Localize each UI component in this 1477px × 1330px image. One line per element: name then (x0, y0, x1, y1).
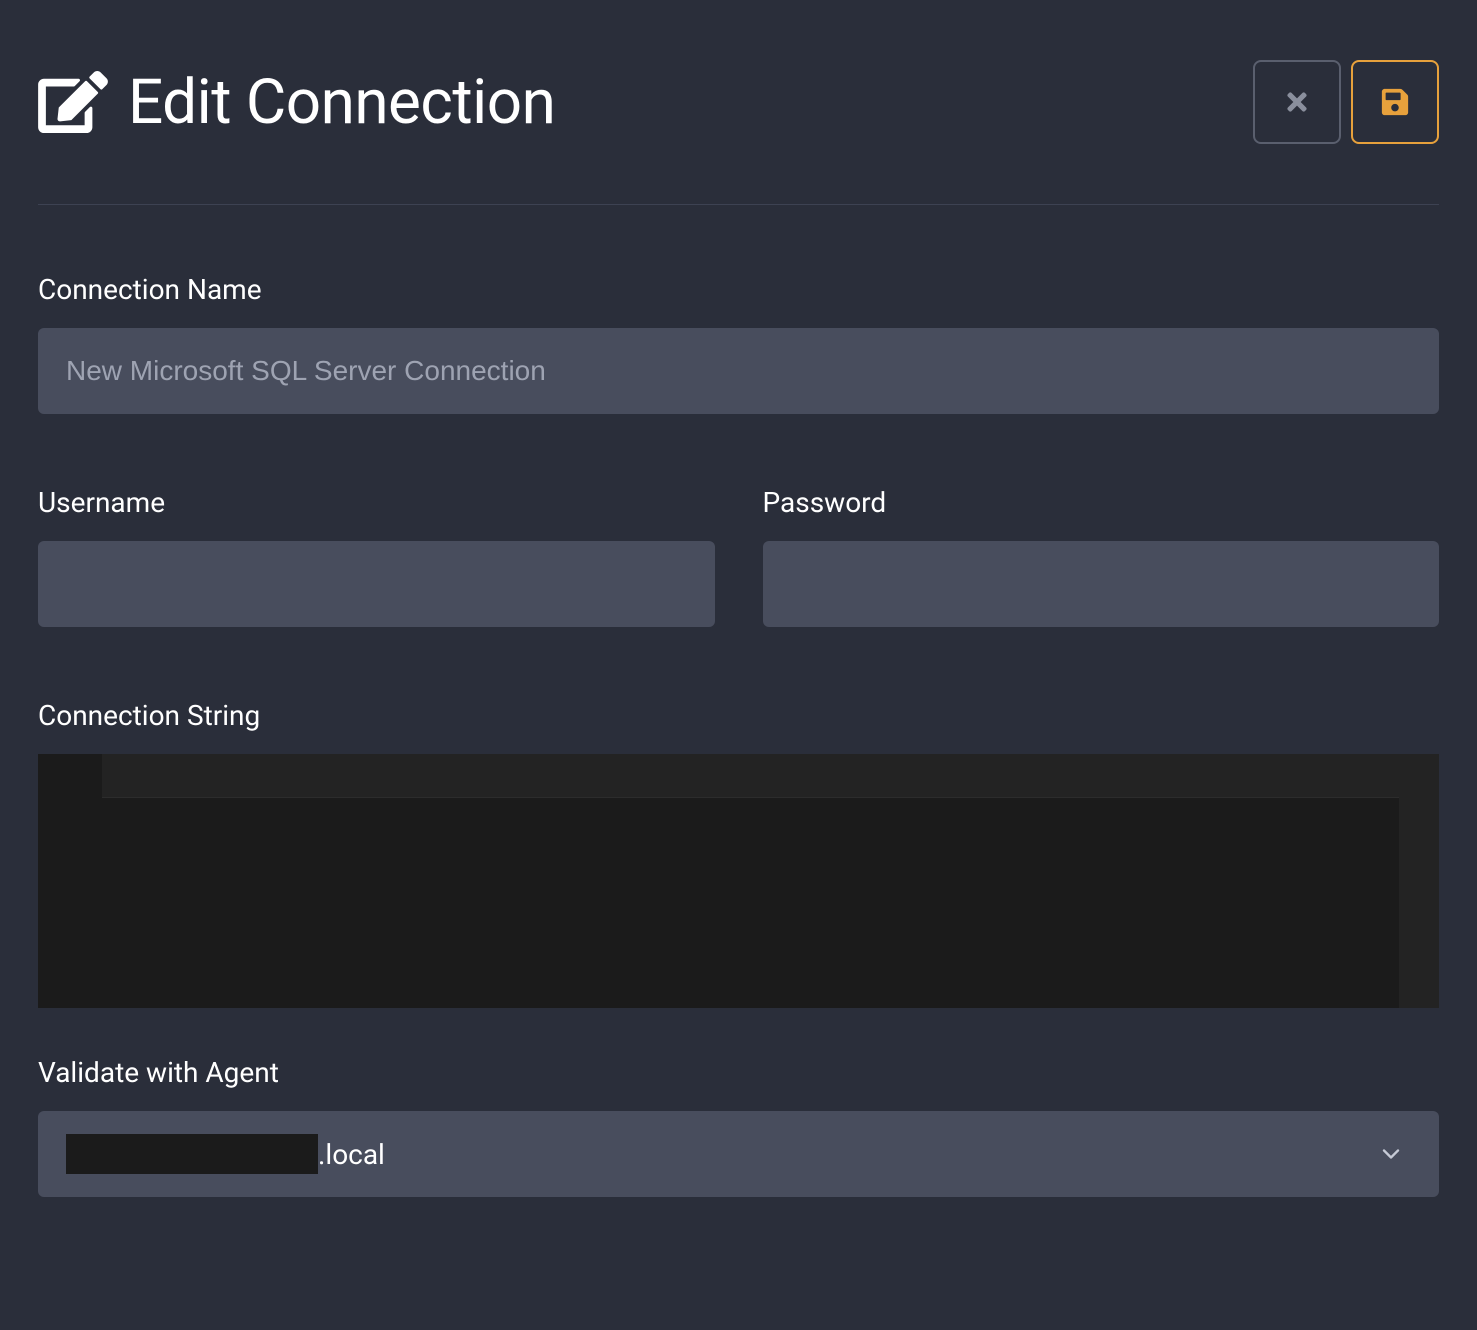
close-button[interactable] (1253, 60, 1341, 144)
label-connection-name: Connection Name (38, 273, 1439, 306)
edit-icon (38, 67, 108, 137)
validate-agent-value: .local (66, 1134, 385, 1174)
password-input[interactable] (763, 541, 1440, 627)
validate-agent-suffix: .local (318, 1138, 385, 1171)
connection-string-editor (38, 754, 1439, 1008)
page-title: Edit Connection (128, 66, 555, 139)
header-divider (38, 204, 1439, 205)
page-header: Edit Connection (38, 60, 1439, 144)
group-username: Username (38, 486, 715, 627)
group-validate-agent: Validate with Agent .local (38, 1056, 1439, 1197)
page-title-wrap: Edit Connection (38, 66, 555, 139)
row-credentials: Username Password (38, 486, 1439, 627)
redacted-hostname (66, 1134, 318, 1174)
group-connection-string: Connection String (38, 699, 1439, 1008)
edit-connection-page: Edit Connection Connection Na (0, 0, 1477, 1237)
chevron-down-icon (1377, 1140, 1405, 1168)
label-username: Username (38, 486, 715, 519)
connection-string-input[interactable] (102, 754, 1399, 1008)
username-input[interactable] (38, 541, 715, 627)
save-icon (1380, 87, 1410, 117)
label-validate-agent: Validate with Agent (38, 1056, 1439, 1089)
row-connection-name: Connection Name (38, 273, 1439, 414)
save-button[interactable] (1351, 60, 1439, 144)
label-password: Password (763, 486, 1440, 519)
close-icon (1283, 88, 1311, 116)
group-connection-name: Connection Name (38, 273, 1439, 414)
group-password: Password (763, 486, 1440, 627)
code-scrollbar[interactable] (1399, 754, 1439, 1008)
label-connection-string: Connection String (38, 699, 1439, 732)
header-actions (1253, 60, 1439, 144)
validate-agent-select[interactable]: .local (38, 1111, 1439, 1197)
connection-name-input[interactable] (38, 328, 1439, 414)
code-gutter (38, 754, 102, 1008)
